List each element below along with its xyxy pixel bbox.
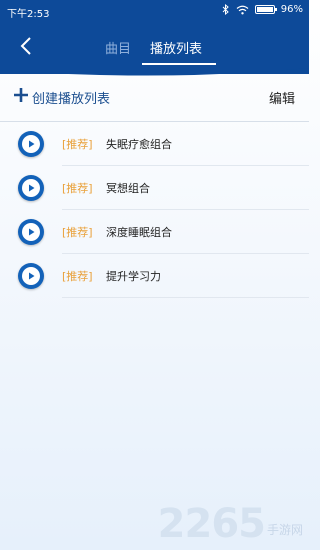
playlist-title: 失眠疗愈组合 xyxy=(106,138,172,151)
list-item[interactable]: [推荐] 失眠疗愈组合 xyxy=(0,122,309,166)
recommend-tag: [推荐] xyxy=(62,226,93,239)
watermark-text: 手游网 xyxy=(266,523,303,537)
header-wave xyxy=(0,66,309,76)
recommend-tag: [推荐] xyxy=(62,138,93,151)
status-icons: 96% xyxy=(222,4,303,15)
battery-percent: 96% xyxy=(280,4,303,15)
play-button[interactable] xyxy=(18,175,44,201)
play-button[interactable] xyxy=(18,219,44,245)
play-button[interactable] xyxy=(18,131,44,157)
list-item[interactable]: [推荐] 冥想组合 xyxy=(0,166,309,210)
battery-icon xyxy=(254,5,277,14)
row-divider xyxy=(62,297,309,298)
bluetooth-icon xyxy=(222,4,229,15)
tab-songs[interactable]: 曲目 xyxy=(105,38,131,57)
playlist-title: 深度睡眠组合 xyxy=(106,226,172,239)
status-time: 下午2:53 xyxy=(7,9,50,20)
create-playlist-button[interactable]: 创建播放列表 xyxy=(32,88,110,107)
playlist-actions: 创建播放列表 编辑 xyxy=(0,84,309,110)
play-button[interactable] xyxy=(18,263,44,289)
status-bar: 下午2:53 96% xyxy=(0,0,309,22)
play-icon xyxy=(29,228,35,236)
plus-icon[interactable] xyxy=(13,87,29,103)
active-tab-indicator xyxy=(142,63,216,65)
watermark-number: 2265 xyxy=(157,501,266,547)
tab-playlists[interactable]: 播放列表 xyxy=(150,38,202,57)
wifi-icon xyxy=(236,5,249,14)
play-icon xyxy=(29,272,35,280)
playlist-list: [推荐] 失眠疗愈组合 [推荐] 冥想组合 [推荐] 深度睡眠组合 [推荐] 提… xyxy=(0,122,309,298)
watermark: 2265 手游网 xyxy=(158,504,303,544)
recommend-tag: [推荐] xyxy=(62,182,93,195)
playlist-title: 冥想组合 xyxy=(106,182,150,195)
list-item[interactable]: [推荐] 提升学习力 xyxy=(0,254,309,298)
edit-button[interactable]: 编辑 xyxy=(269,88,295,107)
play-icon xyxy=(29,140,35,148)
list-item[interactable]: [推荐] 深度睡眠组合 xyxy=(0,210,309,254)
recommend-tag: [推荐] xyxy=(62,270,93,283)
playlist-title: 提升学习力 xyxy=(106,270,161,283)
back-button[interactable] xyxy=(16,34,36,58)
play-icon xyxy=(29,184,35,192)
chevron-left-icon xyxy=(20,37,31,55)
